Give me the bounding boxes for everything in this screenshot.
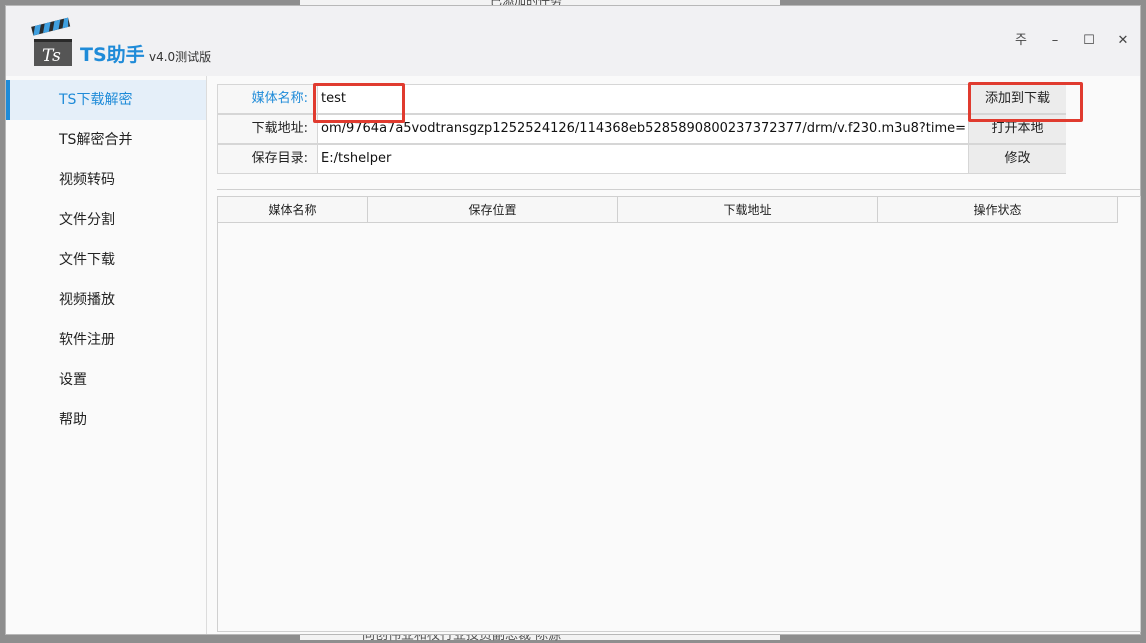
sidebar-item-file-split[interactable]: 文件分割 bbox=[6, 200, 206, 240]
app-version: v4.0测试版 bbox=[149, 50, 212, 64]
modify-button[interactable]: 修改 bbox=[968, 145, 1066, 173]
add-button-highlight bbox=[968, 82, 1083, 122]
sidebar: TS下载解密 TS解密合并 视频转码 文件分割 文件下载 视频播放 软件注册 设… bbox=[6, 76, 207, 634]
divider bbox=[217, 189, 1140, 190]
column-header-status[interactable]: 操作状态 bbox=[878, 197, 1118, 223]
column-header-download-url[interactable]: 下载地址 bbox=[618, 197, 878, 223]
media-name-highlight bbox=[313, 83, 405, 123]
sidebar-item-ts-download-decrypt[interactable]: TS下载解密 bbox=[6, 80, 206, 120]
close-button[interactable]: ✕ bbox=[1112, 30, 1134, 52]
clapperboard-logo-icon: Ts bbox=[31, 17, 72, 66]
pin-button[interactable]: 주 bbox=[1010, 30, 1032, 52]
save-dir-label: 保存目录: bbox=[218, 145, 318, 173]
sidebar-item-register[interactable]: 软件注册 bbox=[6, 320, 206, 360]
column-header-save-location[interactable]: 保存位置 bbox=[368, 197, 618, 223]
logo-text: Ts bbox=[42, 46, 61, 66]
save-dir-input[interactable]: E:/tshelper bbox=[319, 145, 967, 173]
sidebar-item-video-play[interactable]: 视频播放 bbox=[6, 280, 206, 320]
maximize-button[interactable]: ☐ bbox=[1078, 30, 1100, 52]
minimize-button[interactable]: – bbox=[1044, 30, 1066, 52]
save-dir-row: 保存目录: E:/tshelper 修改 bbox=[217, 144, 1066, 174]
title-bar: Ts TS助手 v4.0测试版 주 – ☐ ✕ bbox=[6, 6, 1140, 76]
sidebar-item-help[interactable]: 帮助 bbox=[6, 400, 206, 440]
media-name-input[interactable]: test bbox=[319, 85, 967, 113]
download-url-input[interactable]: om/9764a7a5vodtransgzp1252524126/114368e… bbox=[319, 115, 967, 143]
download-task-table: 媒体名称 保存位置 下载地址 操作状态 bbox=[217, 196, 1141, 632]
sidebar-item-video-transcode[interactable]: 视频转码 bbox=[6, 160, 206, 200]
main-panel: 媒体名称: test 添加到下载 下载地址: om/9764a7a5vodtra… bbox=[207, 76, 1141, 634]
download-url-label: 下载地址: bbox=[218, 115, 318, 143]
column-header-media-name[interactable]: 媒体名称 bbox=[218, 197, 368, 223]
sidebar-item-settings[interactable]: 设置 bbox=[6, 360, 206, 400]
sidebar-item-ts-decrypt-merge[interactable]: TS解密合并 bbox=[6, 120, 206, 160]
app-name: TS助手 bbox=[80, 44, 145, 66]
sidebar-item-file-download[interactable]: 文件下载 bbox=[6, 240, 206, 280]
media-name-label: 媒体名称: bbox=[218, 85, 318, 113]
app-window: Ts TS助手 v4.0测试版 주 – ☐ ✕ TS下载解密 TS解密合并 视频… bbox=[6, 6, 1141, 634]
